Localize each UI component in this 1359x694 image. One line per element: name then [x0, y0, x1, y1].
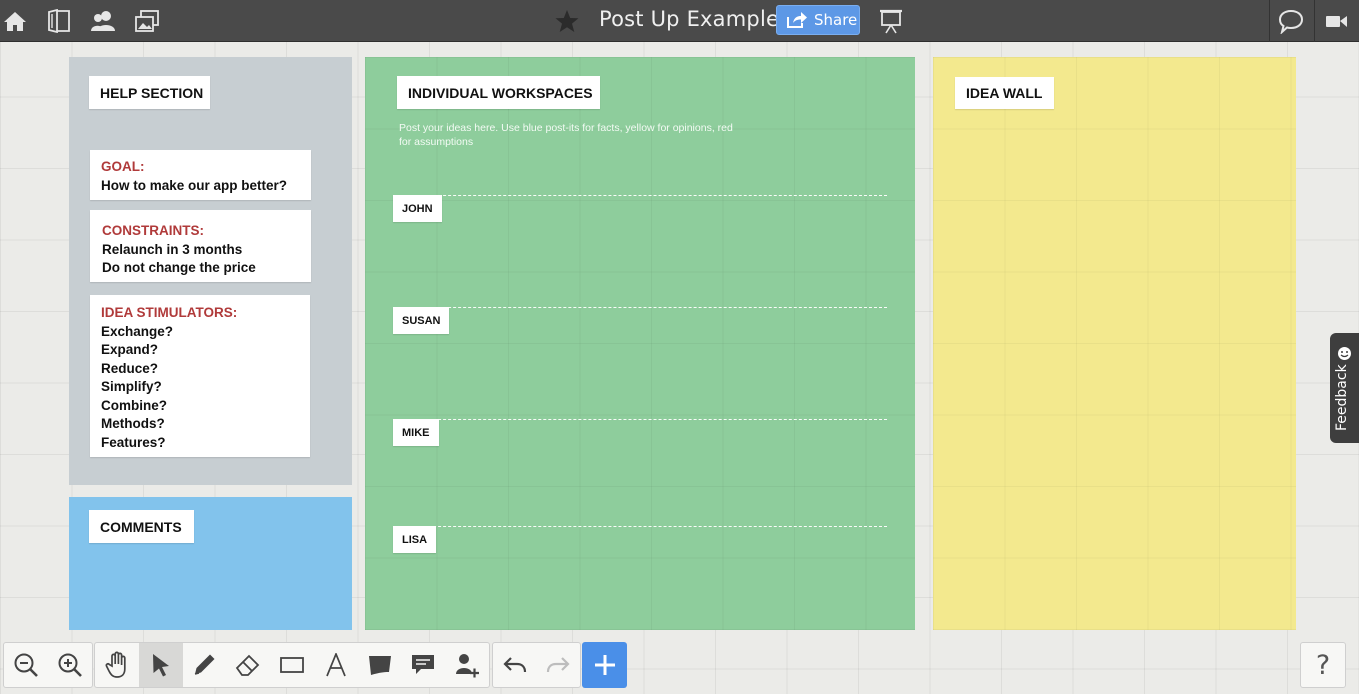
share-label: Share: [814, 11, 858, 29]
help-button[interactable]: ?: [1300, 642, 1346, 688]
workspaces-title: INDIVIDUAL WORKSPACES: [397, 76, 600, 109]
workspaces-instructions: Post your ideas here. Use blue post-its …: [399, 122, 733, 148]
stimulator-line: Reduce?: [101, 360, 159, 376]
constraint-line: Do not change the price: [102, 260, 256, 275]
chat-icon[interactable]: [1276, 0, 1306, 42]
workspace-label-susan: SUSAN: [393, 307, 449, 334]
presentation-icon[interactable]: [876, 0, 906, 42]
pen-icon[interactable]: [183, 643, 227, 687]
goal-line: How to make our app better?: [101, 177, 288, 193]
feedback-label: Feedback: [1334, 364, 1350, 431]
undo-icon[interactable]: [493, 643, 537, 687]
text-icon[interactable]: [314, 643, 358, 687]
workspace-divider: [393, 419, 887, 420]
smiley-icon: [1338, 347, 1351, 360]
stimulator-line: Simplify?: [101, 379, 162, 394]
constraints-card[interactable]: CONSTRAINTS: Relaunch in 3 months Do not…: [90, 210, 311, 282]
add-icon: [594, 655, 615, 675]
workspace-label-john: JOHN: [393, 195, 442, 222]
idea-stimulators-heading: IDEA STIMULATORS:: [101, 305, 238, 320]
star-icon[interactable]: [552, 0, 582, 42]
pointer-icon[interactable]: [138, 643, 183, 687]
constraints-heading: CONSTRAINTS:: [102, 223, 204, 238]
workspace-divider: [393, 195, 887, 196]
stimulator-line: Exchange?: [101, 323, 174, 339]
people-icon[interactable]: [88, 0, 118, 42]
video-camera-icon[interactable]: [1322, 0, 1352, 42]
board-title: Post Up Example: [599, 7, 780, 31]
goal-heading: GOAL:: [101, 159, 145, 174]
constraint-line: Relaunch in 3 months: [102, 241, 243, 257]
share-icon: [787, 12, 807, 28]
workspace-divider: [393, 307, 887, 308]
share-button[interactable]: Share: [776, 5, 860, 35]
top-bar: Post Up Example Share: [0, 0, 1359, 42]
zoom-in-icon[interactable]: [48, 643, 92, 687]
zoom-tool-group: [3, 642, 93, 688]
feedback-tab[interactable]: Feedback: [1330, 333, 1359, 443]
boards-library-icon[interactable]: [44, 0, 74, 42]
gallery-icon[interactable]: [132, 0, 162, 42]
idea-wall-area: [933, 57, 1296, 630]
hand-icon[interactable]: [95, 643, 139, 687]
topbar-divider: [1269, 0, 1270, 42]
stamp-icon[interactable]: [445, 643, 489, 687]
idea-stimulators-card[interactable]: IDEA STIMULATORS: Exchange? Expand? Redu…: [90, 295, 310, 457]
workspace-label-mike: MIKE: [393, 419, 439, 446]
workspace-label-lisa: LISA: [393, 526, 436, 553]
sticky-note-icon[interactable]: [358, 643, 402, 687]
history-tool-group: [492, 642, 581, 688]
stimulator-line: Features?: [101, 434, 166, 450]
workspace-divider: [393, 526, 887, 527]
idea-wall-title: IDEA WALL: [955, 77, 1054, 109]
topbar-divider: [1314, 0, 1315, 42]
home-icon[interactable]: [0, 0, 30, 42]
stimulator-line: Expand?: [101, 342, 159, 357]
stimulator-line: Combine?: [101, 397, 167, 413]
comments-title: COMMENTS: [89, 510, 194, 543]
eraser-icon[interactable]: [226, 643, 270, 687]
comment-icon[interactable]: [401, 643, 445, 687]
goal-card[interactable]: GOAL: How to make our app better?: [90, 150, 311, 200]
rectangle-icon[interactable]: [270, 643, 314, 687]
redo-icon[interactable]: [537, 643, 581, 687]
drawing-tool-group: [94, 642, 490, 688]
zoom-out-icon[interactable]: [4, 643, 48, 687]
add-button[interactable]: [582, 642, 627, 688]
help-section-title: HELP SECTION: [89, 76, 210, 109]
stimulator-line: Methods?: [101, 416, 165, 431]
